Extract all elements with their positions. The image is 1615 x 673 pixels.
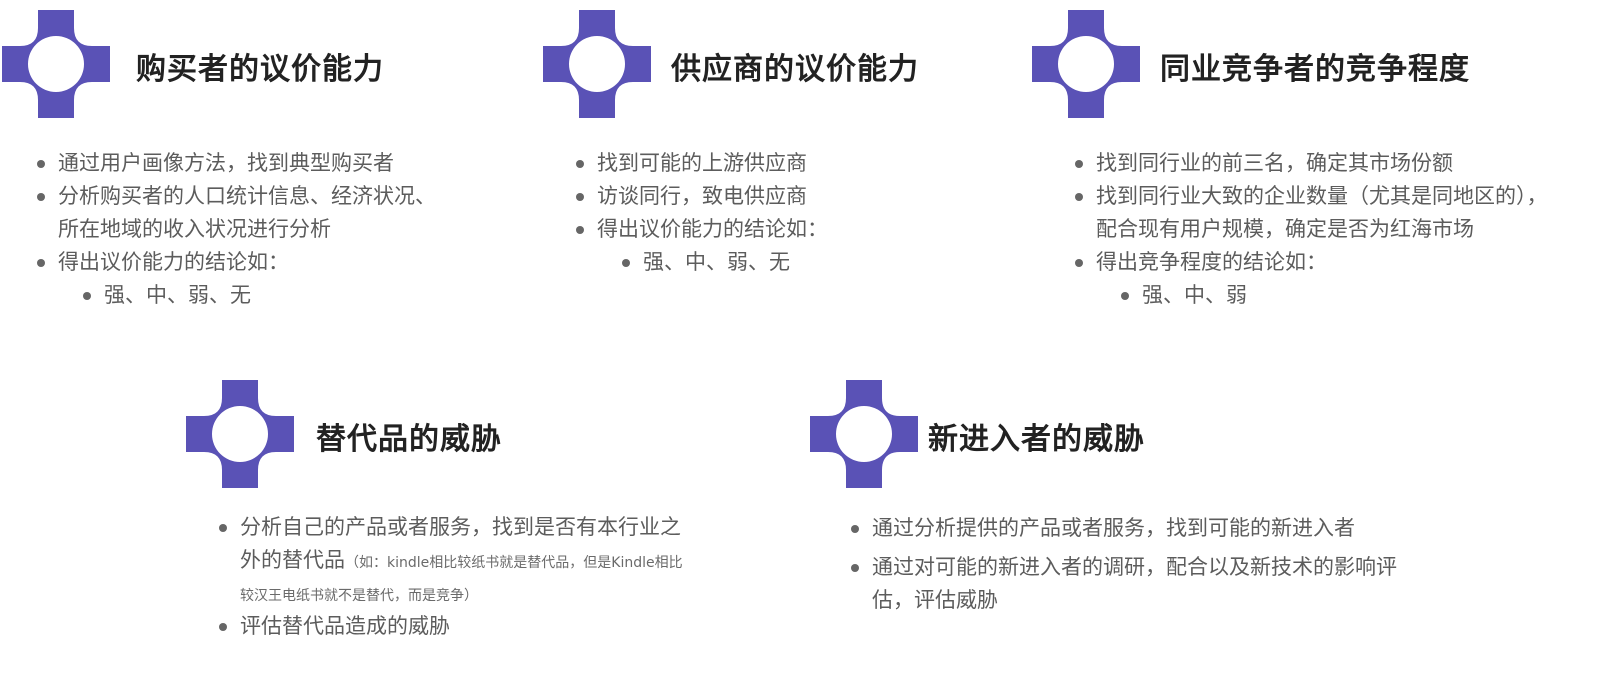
list-item: 找到同行业的前三名，确定其市场份额 [1072,147,1562,180]
block-header: 同业竞争者的竞争程度 [1032,10,1592,120]
list-item: 分析自己的产品或者服务，找到是否有本行业之外的替代品（如：kindle相比较纸书… [216,511,696,610]
list-item: 找到同行业大致的企业数量（尤其是同地区的），配合现有用户规模，确定是否为红海市场 [1072,180,1562,246]
bullet-list: 通过用户画像方法，找到典型购买者 分析购买者的人口统计信息、经济状况、所在地域的… [34,147,454,312]
cross-shield-ring-icon [810,380,918,488]
list-item: 访谈同行，致电供应商 [573,180,973,213]
list-sub-item: 强、中、弱 [1118,279,1562,312]
list-item: 找到可能的上游供应商 [573,147,973,180]
block-title: 购买者的议价能力 [136,52,384,87]
bullet-list: 通过分析提供的产品或者服务，找到可能的新进入者 通过对可能的新进入者的调研，配合… [848,512,1404,617]
block-header: 供应商的议价能力 [543,10,1013,120]
block-buyer-power: 购买者的议价能力 通过用户画像方法，找到典型购买者 分析购买者的人口统计信息、经… [2,10,472,310]
list-item: 通过分析提供的产品或者服务，找到可能的新进入者 [848,512,1404,545]
block-title: 同业竞争者的竞争程度 [1160,52,1470,87]
list-item: 得出竞争程度的结论如： [1072,246,1562,279]
list-item: 通过对可能的新进入者的调研，配合以及新技术的影响评估，评估威胁 [848,551,1404,617]
block-title: 新进入者的威胁 [928,422,1145,457]
bullet-list: 找到同行业的前三名，确定其市场份额 找到同行业大致的企业数量（尤其是同地区的），… [1072,147,1562,312]
list-item: 通过用户画像方法，找到典型购买者 [34,147,454,180]
list-sub-item: 强、中、弱、无 [80,279,454,312]
list-item: 分析购买者的人口统计信息、经济状况、所在地域的收入状况进行分析 [34,180,454,246]
block-header: 购买者的议价能力 [2,10,472,120]
list-item: 得出议价能力的结论如： [573,213,973,246]
block-header: 新进入者的威胁 [810,380,1430,490]
bullet-list: 分析自己的产品或者服务，找到是否有本行业之外的替代品（如：kindle相比较纸书… [216,511,696,643]
cross-shield-ring-icon [2,10,110,118]
cross-shield-ring-icon [1032,10,1140,118]
cross-shield-ring-icon [186,380,294,488]
list-sub-item: 强、中、弱、无 [619,246,973,279]
block-industry-competition: 同业竞争者的竞争程度 找到同行业的前三名，确定其市场份额 找到同行业大致的企业数… [1032,10,1592,350]
block-supplier-power: 供应商的议价能力 找到可能的上游供应商 访谈同行，致电供应商 得出议价能力的结论… [543,10,1013,310]
block-title: 替代品的威胁 [316,422,502,457]
list-item: 评估替代品造成的威胁 [216,610,696,643]
block-substitute-threat: 替代品的威胁 分析自己的产品或者服务，找到是否有本行业之外的替代品（如：kind… [186,380,726,665]
block-header: 替代品的威胁 [186,380,726,490]
bullet-list: 找到可能的上游供应商 访谈同行，致电供应商 得出议价能力的结论如： 强、中、弱、… [573,147,973,279]
block-title: 供应商的议价能力 [671,52,919,87]
list-item: 得出议价能力的结论如： [34,246,454,279]
cross-shield-ring-icon [543,10,651,118]
block-new-entrant-threat: 新进入者的威胁 通过分析提供的产品或者服务，找到可能的新进入者 通过对可能的新进… [810,380,1430,665]
